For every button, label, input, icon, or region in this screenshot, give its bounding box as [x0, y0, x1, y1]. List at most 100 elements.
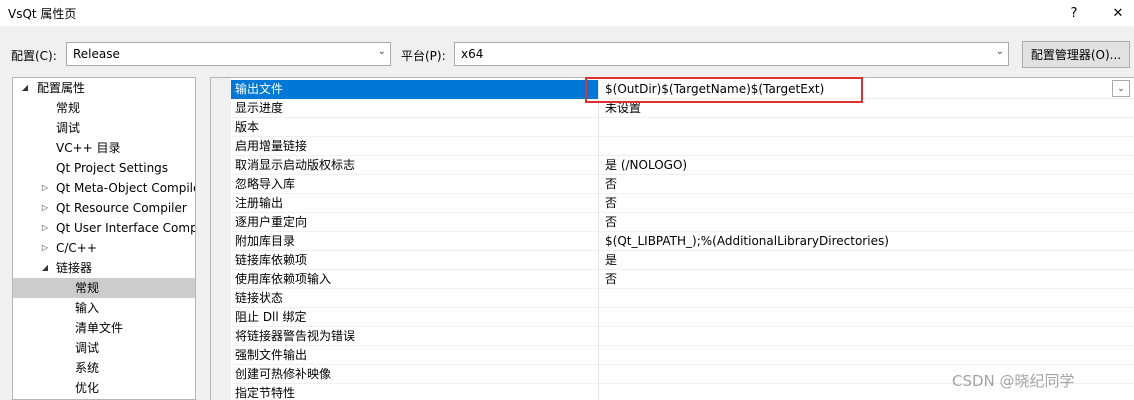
tree-item[interactable]: 系统	[13, 358, 195, 378]
config-manager-button[interactable]: 配置管理器(O)...	[1022, 41, 1130, 68]
property-name[interactable]: 强制文件输出	[231, 346, 599, 365]
property-name[interactable]: 将链接器警告视为错误	[231, 327, 599, 346]
config-value: Release	[73, 47, 120, 61]
property-row[interactable]: 显示进度 未设置	[231, 99, 1134, 118]
tree-item[interactable]: ▷ Qt Meta-Object Compile	[13, 178, 195, 198]
property-row[interactable]: 阻止 Dll 绑定	[231, 308, 1134, 327]
property-value[interactable]: 否	[601, 213, 1131, 232]
tree-item-label: Qt Meta-Object Compile	[56, 181, 196, 195]
property-value[interactable]	[601, 289, 1131, 308]
tree-item[interactable]: 常规	[13, 278, 195, 298]
platform-value: x64	[461, 47, 484, 61]
property-row[interactable]: 附加库目录 $(Qt_LIBPATH_);%(AdditionalLibraryD…	[231, 232, 1134, 251]
tree-item-label: 清单文件	[75, 321, 124, 335]
chevron-down-icon: ⌄	[377, 46, 386, 57]
property-row[interactable]: 忽略导入库否	[231, 175, 1134, 194]
tree-item[interactable]: 输入	[13, 298, 195, 318]
property-grid: 输出文件 $(OutDir)$(TargetName)$(TargetExt) 显示…	[210, 77, 1134, 400]
property-tree[interactable]: ◢ 配置属性 常规 调试 VC++ 目录 Qt Project Settings ▷ Qt M…	[12, 77, 196, 400]
property-name[interactable]: 创建可热修补映像	[231, 365, 599, 384]
property-value[interactable]: 否	[601, 270, 1131, 289]
expand-icon[interactable]: ▷	[39, 178, 51, 198]
window-title: VsQt 属性页	[8, 7, 77, 21]
expand-icon[interactable]: ▷	[39, 198, 51, 218]
property-row[interactable]: 版本	[231, 118, 1134, 137]
property-name[interactable]: 逐用户重定向	[231, 213, 599, 232]
property-name[interactable]: 忽略导入库	[231, 175, 599, 194]
property-value[interactable]	[601, 308, 1131, 327]
tree-item[interactable]: ◢ 链接器	[13, 258, 195, 278]
platform-label: 平台(P):	[401, 49, 446, 63]
platform-select[interactable]: x64 ⌄	[454, 42, 1009, 66]
tree-item[interactable]: ▷ C/C++	[13, 238, 195, 258]
tree-item-label: 常规	[75, 281, 100, 295]
tree-item[interactable]: 调试	[13, 338, 195, 358]
property-name[interactable]: 启用增量链接	[231, 137, 599, 156]
tree-item[interactable]: ◢ 配置属性	[13, 78, 195, 98]
property-row[interactable]: 逐用户重定向否	[231, 213, 1134, 232]
tree-item-label: 输入	[75, 301, 100, 315]
expand-icon[interactable]: ▷	[39, 218, 51, 238]
property-name[interactable]: 使用库依赖项输入	[231, 270, 599, 289]
collapse-icon[interactable]: ◢	[39, 258, 51, 278]
expand-icon[interactable]: ▷	[39, 238, 51, 258]
tree-item[interactable]: VC++ 目录	[13, 138, 195, 158]
property-row[interactable]: 使用库依赖项输入否	[231, 270, 1134, 289]
chevron-down-icon: ⌄	[995, 46, 1004, 57]
property-value[interactable]: $(OutDir)$(TargetName)$(TargetExt)	[601, 80, 1131, 99]
property-row[interactable]: 链接状态	[231, 289, 1134, 308]
property-value[interactable]: 否	[601, 175, 1131, 194]
tree-item[interactable]: 调试	[13, 118, 195, 138]
property-row[interactable]: 链接库依赖项是	[231, 251, 1134, 270]
property-name[interactable]: 链接状态	[231, 289, 599, 308]
tree-item-label: Qt Project Settings	[56, 161, 169, 175]
property-name[interactable]: 版本	[231, 118, 599, 137]
property-value[interactable]: $(Qt_LIBPATH_);%(AdditionalLibraryDirect…	[601, 232, 1131, 251]
property-row[interactable]: 将链接器警告视为错误	[231, 327, 1134, 346]
property-name[interactable]: 附加库目录	[231, 232, 599, 251]
tree-item[interactable]: 常规	[13, 98, 195, 118]
property-value[interactable]: 否	[601, 194, 1131, 213]
tree-item[interactable]: 优化	[13, 378, 195, 398]
property-value[interactable]: 未设置	[601, 99, 1131, 118]
value-dropdown-button[interactable]: ⌄	[1112, 80, 1130, 97]
grid-gutter	[211, 78, 231, 400]
property-name[interactable]: 取消显示启动版权标志	[231, 156, 599, 175]
tree-item-label: C/C++	[56, 241, 97, 255]
tree-item[interactable]: ▷ Qt User Interface Comp	[13, 218, 195, 238]
tree-item[interactable]: Qt Project Settings	[13, 158, 195, 178]
property-row[interactable]: 启用增量链接	[231, 137, 1134, 156]
property-row[interactable]: 取消显示启动版权标志是 (/NOLOGO)	[231, 156, 1134, 175]
tree-item-label: VC++ 目录	[56, 141, 121, 155]
collapse-icon[interactable]: ◢	[19, 78, 31, 98]
tree-item-label: Qt Resource Compiler	[56, 201, 187, 215]
property-name[interactable]: 显示进度	[231, 99, 599, 118]
tree-item-label: 链接器	[56, 261, 93, 275]
property-name[interactable]: 注册输出	[231, 194, 599, 213]
tree-item-label: Qt User Interface Comp	[56, 221, 196, 235]
property-row[interactable]: 注册输出否	[231, 194, 1134, 213]
property-value[interactable]: 是	[601, 251, 1131, 270]
property-name[interactable]: 阻止 Dll 绑定	[231, 308, 599, 327]
property-name[interactable]: 指定节特性	[231, 384, 599, 400]
property-value[interactable]	[601, 118, 1131, 137]
tree-item-label: 配置属性	[37, 81, 86, 95]
property-value[interactable]	[601, 327, 1131, 346]
tree-item[interactable]: 清单文件	[13, 318, 195, 338]
property-row[interactable]: 强制文件输出	[231, 346, 1134, 365]
property-name[interactable]: 输出文件	[231, 80, 599, 99]
tree-item[interactable]: ▷ Qt Resource Compiler	[13, 198, 195, 218]
tree-item-label: 系统	[75, 361, 100, 375]
help-button[interactable]: ?	[1054, 0, 1094, 26]
config-select[interactable]: Release ⌄	[66, 42, 391, 66]
config-label: 配置(C):	[11, 49, 57, 63]
property-value[interactable]	[601, 346, 1131, 365]
property-value[interactable]: 是 (/NOLOGO)	[601, 156, 1131, 175]
property-value[interactable]	[601, 137, 1131, 156]
tree-item-label: 常规	[56, 101, 81, 115]
watermark: CSDN @晓纪同学	[952, 372, 1075, 390]
title-bar: VsQt 属性页 ? ✕	[0, 0, 1134, 26]
property-name[interactable]: 链接库依赖项	[231, 251, 599, 270]
close-button[interactable]: ✕	[1098, 0, 1134, 26]
property-row[interactable]: 输出文件 $(OutDir)$(TargetName)$(TargetExt)	[231, 80, 1134, 99]
